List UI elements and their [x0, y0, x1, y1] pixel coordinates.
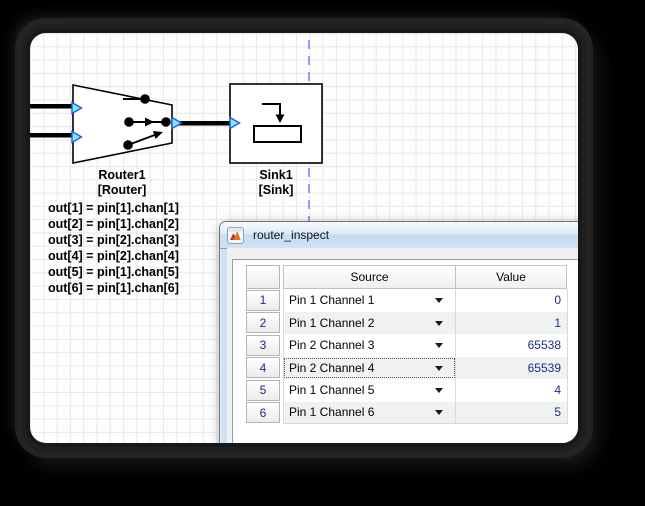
window-titlebar[interactable]: router_inspect — [220, 222, 578, 249]
row-number-cell[interactable]: 5 — [246, 380, 280, 401]
value-cell[interactable]: 4 — [456, 379, 568, 402]
table-row: 6 Pin 1 Channel 6 5 — [246, 402, 568, 425]
table-row: 2 Pin 1 Channel 2 1 — [246, 312, 568, 335]
annotation-line[interactable]: out[1] = pin[1].chan[1] — [48, 201, 179, 215]
source-cell[interactable]: Pin 1 Channel 2 — [283, 312, 456, 335]
matlab-icon — [227, 227, 244, 244]
window-title: router_inspect — [253, 228, 329, 242]
source-cell[interactable]: Pin 1 Channel 1 — [283, 289, 456, 312]
source-cell[interactable]: Pin 2 Channel 3 — [283, 334, 456, 357]
router-name-label[interactable]: Router1 — [98, 168, 145, 182]
annotation-line[interactable]: out[3] = pin[2].chan[3] — [48, 233, 179, 247]
dropdown-arrow-icon[interactable] — [435, 410, 443, 415]
column-header-source[interactable]: Source — [283, 265, 456, 289]
row-number-cell[interactable]: 1 — [246, 290, 280, 311]
dropdown-arrow-icon[interactable] — [435, 388, 443, 393]
annotation-line[interactable]: out[6] = pin[1].chan[6] — [48, 281, 179, 295]
row-number-cell[interactable]: 2 — [246, 312, 280, 333]
row-number-cell[interactable]: 3 — [246, 335, 280, 356]
table-row: 1 Pin 1 Channel 1 0 — [246, 289, 568, 312]
value-cell[interactable]: 65539 — [456, 357, 568, 380]
table-panel: Source Value 1 Pin 1 Channel 1 0 2 — [232, 259, 578, 443]
table-row: 5 Pin 1 Channel 5 4 — [246, 379, 568, 402]
row-number-cell[interactable]: 6 — [246, 402, 280, 423]
router-output-port-icon — [172, 118, 182, 129]
source-cell-label: Pin 1 Channel 5 — [289, 383, 374, 397]
value-cell[interactable]: 0 — [456, 289, 568, 312]
source-cell[interactable]: Pin 1 Channel 5 — [283, 379, 456, 402]
source-cell-label: Pin 1 Channel 2 — [289, 316, 374, 330]
row-number-cell[interactable]: 4 — [246, 357, 280, 378]
corner-header-cell — [246, 265, 280, 289]
inspector-table: Source Value 1 Pin 1 Channel 1 0 2 — [246, 265, 568, 424]
annotation-line[interactable]: out[4] = pin[2].chan[4] — [48, 249, 179, 263]
source-cell-label: Pin 2 Channel 4 — [289, 361, 374, 375]
value-cell[interactable]: 65538 — [456, 334, 568, 357]
annotation-line[interactable]: out[2] = pin[1].chan[2] — [48, 217, 179, 231]
router-block[interactable] — [73, 85, 172, 163]
router-type-label: [Router] — [98, 183, 147, 197]
source-cell-focused[interactable]: Pin 2 Channel 4 — [283, 357, 456, 380]
dialog-body: Source Value 1 Pin 1 Channel 1 0 2 — [227, 248, 578, 443]
dropdown-arrow-icon[interactable] — [435, 366, 443, 371]
value-cell[interactable]: 5 — [456, 402, 568, 425]
model-canvas[interactable]: Router1 [Router] Sink1 [Sink] out[1] = p… — [30, 33, 578, 443]
value-cell[interactable]: 1 — [456, 312, 568, 335]
sink-name-label[interactable]: Sink1 — [259, 168, 292, 182]
table-row: 3 Pin 2 Channel 3 65538 — [246, 334, 568, 357]
dropdown-arrow-icon[interactable] — [435, 343, 443, 348]
signal-wire-router-sink[interactable] — [174, 121, 234, 126]
annotation-line[interactable]: out[5] = pin[1].chan[5] — [48, 265, 179, 279]
sink-block[interactable] — [230, 84, 322, 163]
signal-wire-in-2[interactable] — [30, 133, 76, 138]
table-header-row: Source Value — [246, 265, 568, 289]
source-cell[interactable]: Pin 1 Channel 6 — [283, 402, 456, 425]
sink-type-label: [Sink] — [259, 183, 294, 197]
dropdown-arrow-icon[interactable] — [435, 298, 443, 303]
table-row: 4 Pin 2 Channel 4 65539 — [246, 357, 568, 380]
column-header-value[interactable]: Value — [455, 265, 567, 289]
inspector-window[interactable]: router_inspect Source Value 1 Pin 1 Chan… — [219, 221, 578, 443]
source-cell-label: Pin 1 Channel 1 — [289, 293, 374, 307]
dropdown-arrow-icon[interactable] — [435, 321, 443, 326]
source-cell-label: Pin 1 Channel 6 — [289, 405, 374, 419]
source-cell-label: Pin 2 Channel 3 — [289, 338, 374, 352]
signal-wire-in-1[interactable] — [30, 104, 76, 109]
